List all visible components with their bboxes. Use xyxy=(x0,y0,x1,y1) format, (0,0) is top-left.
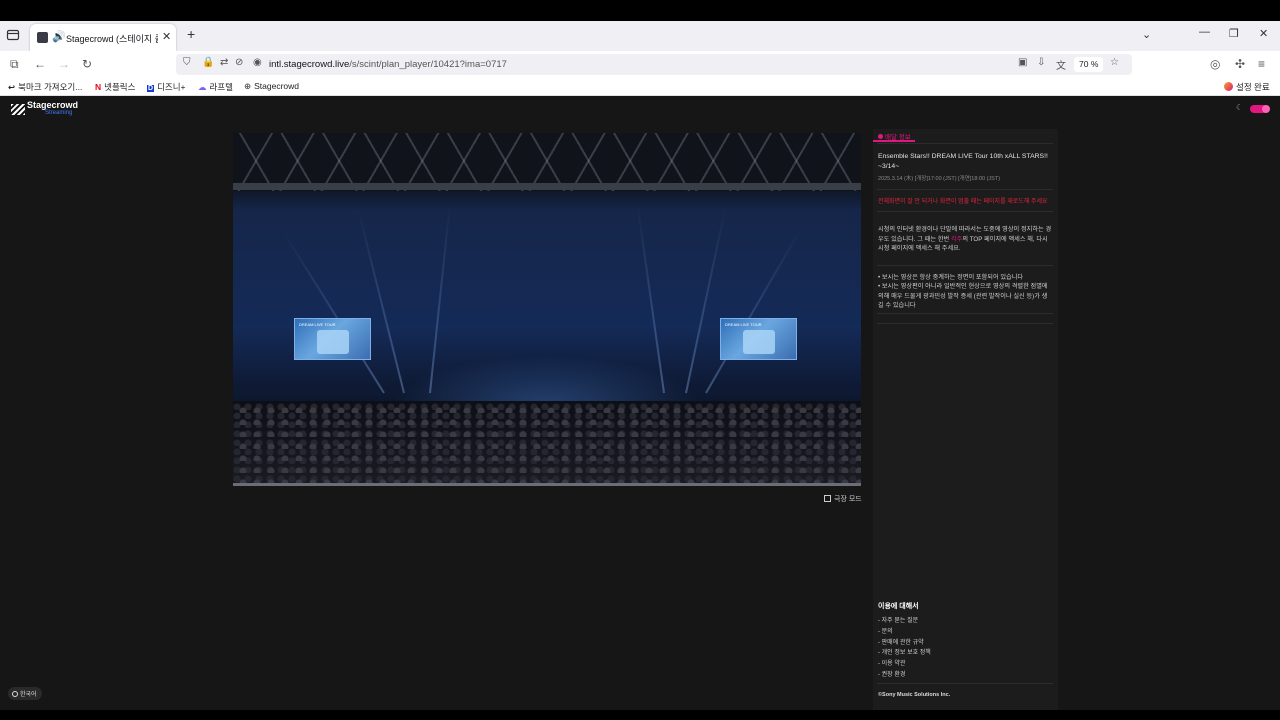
copyright: ©Sony Music Solutions Inc. xyxy=(878,692,951,698)
viewing-note-2: • 보시는 영상편이 아니라 일반적인 현상으로 영상의 격렬한 점멸에 의해 … xyxy=(878,283,1048,309)
light-beam xyxy=(705,227,802,394)
account-icon[interactable]: ◎ xyxy=(1210,57,1220,71)
event-date: 2025.3.14 (木) [개장]17:00 (JST) [개연]18:00 … xyxy=(878,176,1001,182)
profile-avatar-icon xyxy=(1224,82,1233,91)
autoplay-blocked-icon[interactable]: ⊘ xyxy=(235,57,243,68)
screen-title: DREAM LIVE TOUR xyxy=(299,322,336,327)
link-terms-of-use[interactable]: - 이용 약관 xyxy=(878,658,931,669)
url-text[interactable]: intl.stagecrowd.live/s/scint/plan_player… xyxy=(269,59,507,70)
forward-arrow-icon[interactable]: → xyxy=(58,57,70,71)
stagecrowd-page: Stagecrowd Streaming ☾ DREAM LIVE TOUR D… xyxy=(0,96,1280,710)
info-dot-icon xyxy=(878,134,883,139)
tab-title: Stagecrowd (스테이지 클라우드) xyxy=(66,34,158,44)
logo-mark-icon xyxy=(11,104,25,115)
sidebar-toggle-icon[interactable]: ⧉ xyxy=(10,57,19,72)
stage-screen-left: DREAM LIVE TOUR xyxy=(294,318,371,360)
link-sales-terms[interactable]: - 판매에 관한 규약 xyxy=(878,637,931,648)
bookmark-import[interactable]: ↩ 북마크 가져오기... xyxy=(8,81,82,93)
disney-plus-icon: D xyxy=(147,85,155,92)
about-usage-heading: 이용에 대해서 xyxy=(878,603,919,610)
laftel-icon: ☁ xyxy=(198,82,207,92)
bottom-black-strip xyxy=(0,710,1280,720)
zoom-level-badge[interactable]: 70 % xyxy=(1074,57,1104,72)
top-black-strip xyxy=(0,0,1280,21)
light-beam xyxy=(429,203,451,394)
tab-bar: 🔊 Stagecrowd (스테이지 클라우드) ✕ + ⌄ — ❐ ✕ xyxy=(0,21,1280,51)
toggle-knob xyxy=(1262,105,1270,113)
theater-mode-label: 극장 모드 xyxy=(834,496,862,503)
bookmarks-toolbar: ↩ 북마크 가져오기... N 넷플릭스 D 디즈니+ ☁ 라프텔 ⊕ Stagecrow… xyxy=(0,77,1280,96)
list-all-tabs-chevron-icon[interactable]: ⌄ xyxy=(1142,28,1151,41)
footer-links: - 자주 묻는 질문 - 문의 - 판매에 관한 규약 - 개인 정보 보호 정… xyxy=(878,615,931,680)
audio-playing-icon[interactable]: 🔊 xyxy=(52,30,66,43)
link-privacy-policy[interactable]: - 개인 정보 보호 정책 xyxy=(878,647,931,658)
window-minimize-icon[interactable]: — xyxy=(1199,26,1210,38)
divider xyxy=(877,313,1053,314)
light-beam xyxy=(357,208,405,394)
stage-truss-bar xyxy=(233,183,861,190)
toggle-track xyxy=(1250,105,1270,113)
tab-close-icon[interactable]: ✕ xyxy=(162,30,171,43)
link-faq[interactable]: - 자주 묻는 질문 xyxy=(878,615,931,626)
app-menu-icon[interactable]: ≡ xyxy=(1258,57,1265,71)
globe-icon xyxy=(12,691,18,697)
divider xyxy=(877,143,1053,144)
picture-in-picture-icon[interactable]: ▣ xyxy=(1018,57,1027,68)
new-tab-icon[interactable]: + xyxy=(187,26,195,42)
screen-artwork xyxy=(317,330,349,354)
divider xyxy=(877,323,1053,324)
tab-delivery-info[interactable]: 배달 정보 xyxy=(873,129,915,142)
bookmark-stagecrowd[interactable]: ⊕ Stagecrowd xyxy=(244,81,299,92)
back-arrow-icon[interactable]: ← xyxy=(34,57,46,71)
moon-icon: ☾ xyxy=(1236,103,1244,112)
netflix-icon: N xyxy=(95,82,102,92)
extensions-icon[interactable]: ✣ xyxy=(1235,57,1245,71)
logo-subtitle: Streaming xyxy=(45,110,73,116)
fullscreen-icon xyxy=(824,495,831,502)
reload-icon[interactable]: ↻ xyxy=(82,57,92,71)
window-restore-icon[interactable]: ❐ xyxy=(1229,27,1239,40)
translate-icon[interactable]: 文 xyxy=(1056,57,1066,72)
bookmark-star-icon[interactable]: ☆ xyxy=(1110,57,1119,68)
logo-name: Stagecrowd xyxy=(27,100,79,110)
import-icon: ↩ xyxy=(8,82,16,92)
window-close-icon[interactable]: ✕ xyxy=(1259,27,1268,40)
save-page-icon[interactable]: ⇩ xyxy=(1037,57,1045,68)
video-seek-bar[interactable] xyxy=(233,483,861,486)
reload-warning: 전체화면이 잘 안 되거나 화면이 멈출 때는 페이지를 재로드해 주세요 xyxy=(878,199,1048,205)
screen-artwork xyxy=(743,330,775,354)
divider xyxy=(877,211,1053,212)
browser-tab-active[interactable]: 🔊 Stagecrowd (스테이지 클라우드) ✕ xyxy=(30,24,176,51)
screen-title: DREAM LIVE TOUR xyxy=(725,322,762,327)
top-page-link[interactable]: 각주 xyxy=(951,236,962,243)
dark-mode-toggle[interactable]: ☾ xyxy=(1230,102,1270,116)
light-beam xyxy=(636,204,665,394)
tracking-protection-shield-icon[interactable]: ⛉ xyxy=(183,57,191,68)
language-selector[interactable]: 한국어 xyxy=(8,687,42,700)
lock-icon[interactable]: 🔒 xyxy=(202,57,214,68)
site-info-icon[interactable]: ◉ xyxy=(253,57,262,68)
video-player[interactable]: DREAM LIVE TOUR DREAM LIVE TOUR xyxy=(233,133,861,486)
permissions-icon[interactable]: ⇄ xyxy=(220,57,228,68)
bookmark-laftel[interactable]: ☁ 라프텔 xyxy=(198,81,233,93)
link-recommended-env[interactable]: - 권장 환경 xyxy=(878,669,931,680)
bookmark-netflix[interactable]: N 넷플릭스 xyxy=(95,81,135,93)
stage-screen-right: DREAM LIVE TOUR xyxy=(720,318,797,360)
theater-mode-button[interactable]: 극장 모드 xyxy=(824,494,862,504)
settings-done-badge[interactable]: 설정 완료 xyxy=(1224,81,1270,93)
stagecrowd-favicon-icon xyxy=(37,32,48,43)
divider xyxy=(877,189,1053,190)
audience-crowd xyxy=(233,401,861,486)
divider xyxy=(877,683,1053,684)
info-sidebar: 배달 정보 Ensemble Stars!! DREAM LIVE Tour 1… xyxy=(873,129,1058,710)
address-bar[interactable]: ⛉ 🔒 ⇄ ⊘ ◉ intl.stagecrowd.live/s/scint/p… xyxy=(176,54,1132,75)
navigation-toolbar: ⧉ ← → ↻ ⛉ 🔒 ⇄ ⊘ ◉ intl.stagecrowd.live/s… xyxy=(0,51,1280,77)
globe-icon: ⊕ xyxy=(244,81,252,91)
divider xyxy=(877,265,1053,266)
event-title: Ensemble Stars!! DREAM LIVE Tour 10th xA… xyxy=(878,153,1048,170)
link-contact[interactable]: - 문의 xyxy=(878,626,931,637)
playback-notice: 시청의 인터넷 환경이나 단말에 따라서는 도중에 영상이 정지하는 경우도 있… xyxy=(878,226,1052,252)
tab-list-icon[interactable] xyxy=(6,28,22,44)
bookmark-disney[interactable]: D 디즈니+ xyxy=(147,81,186,93)
